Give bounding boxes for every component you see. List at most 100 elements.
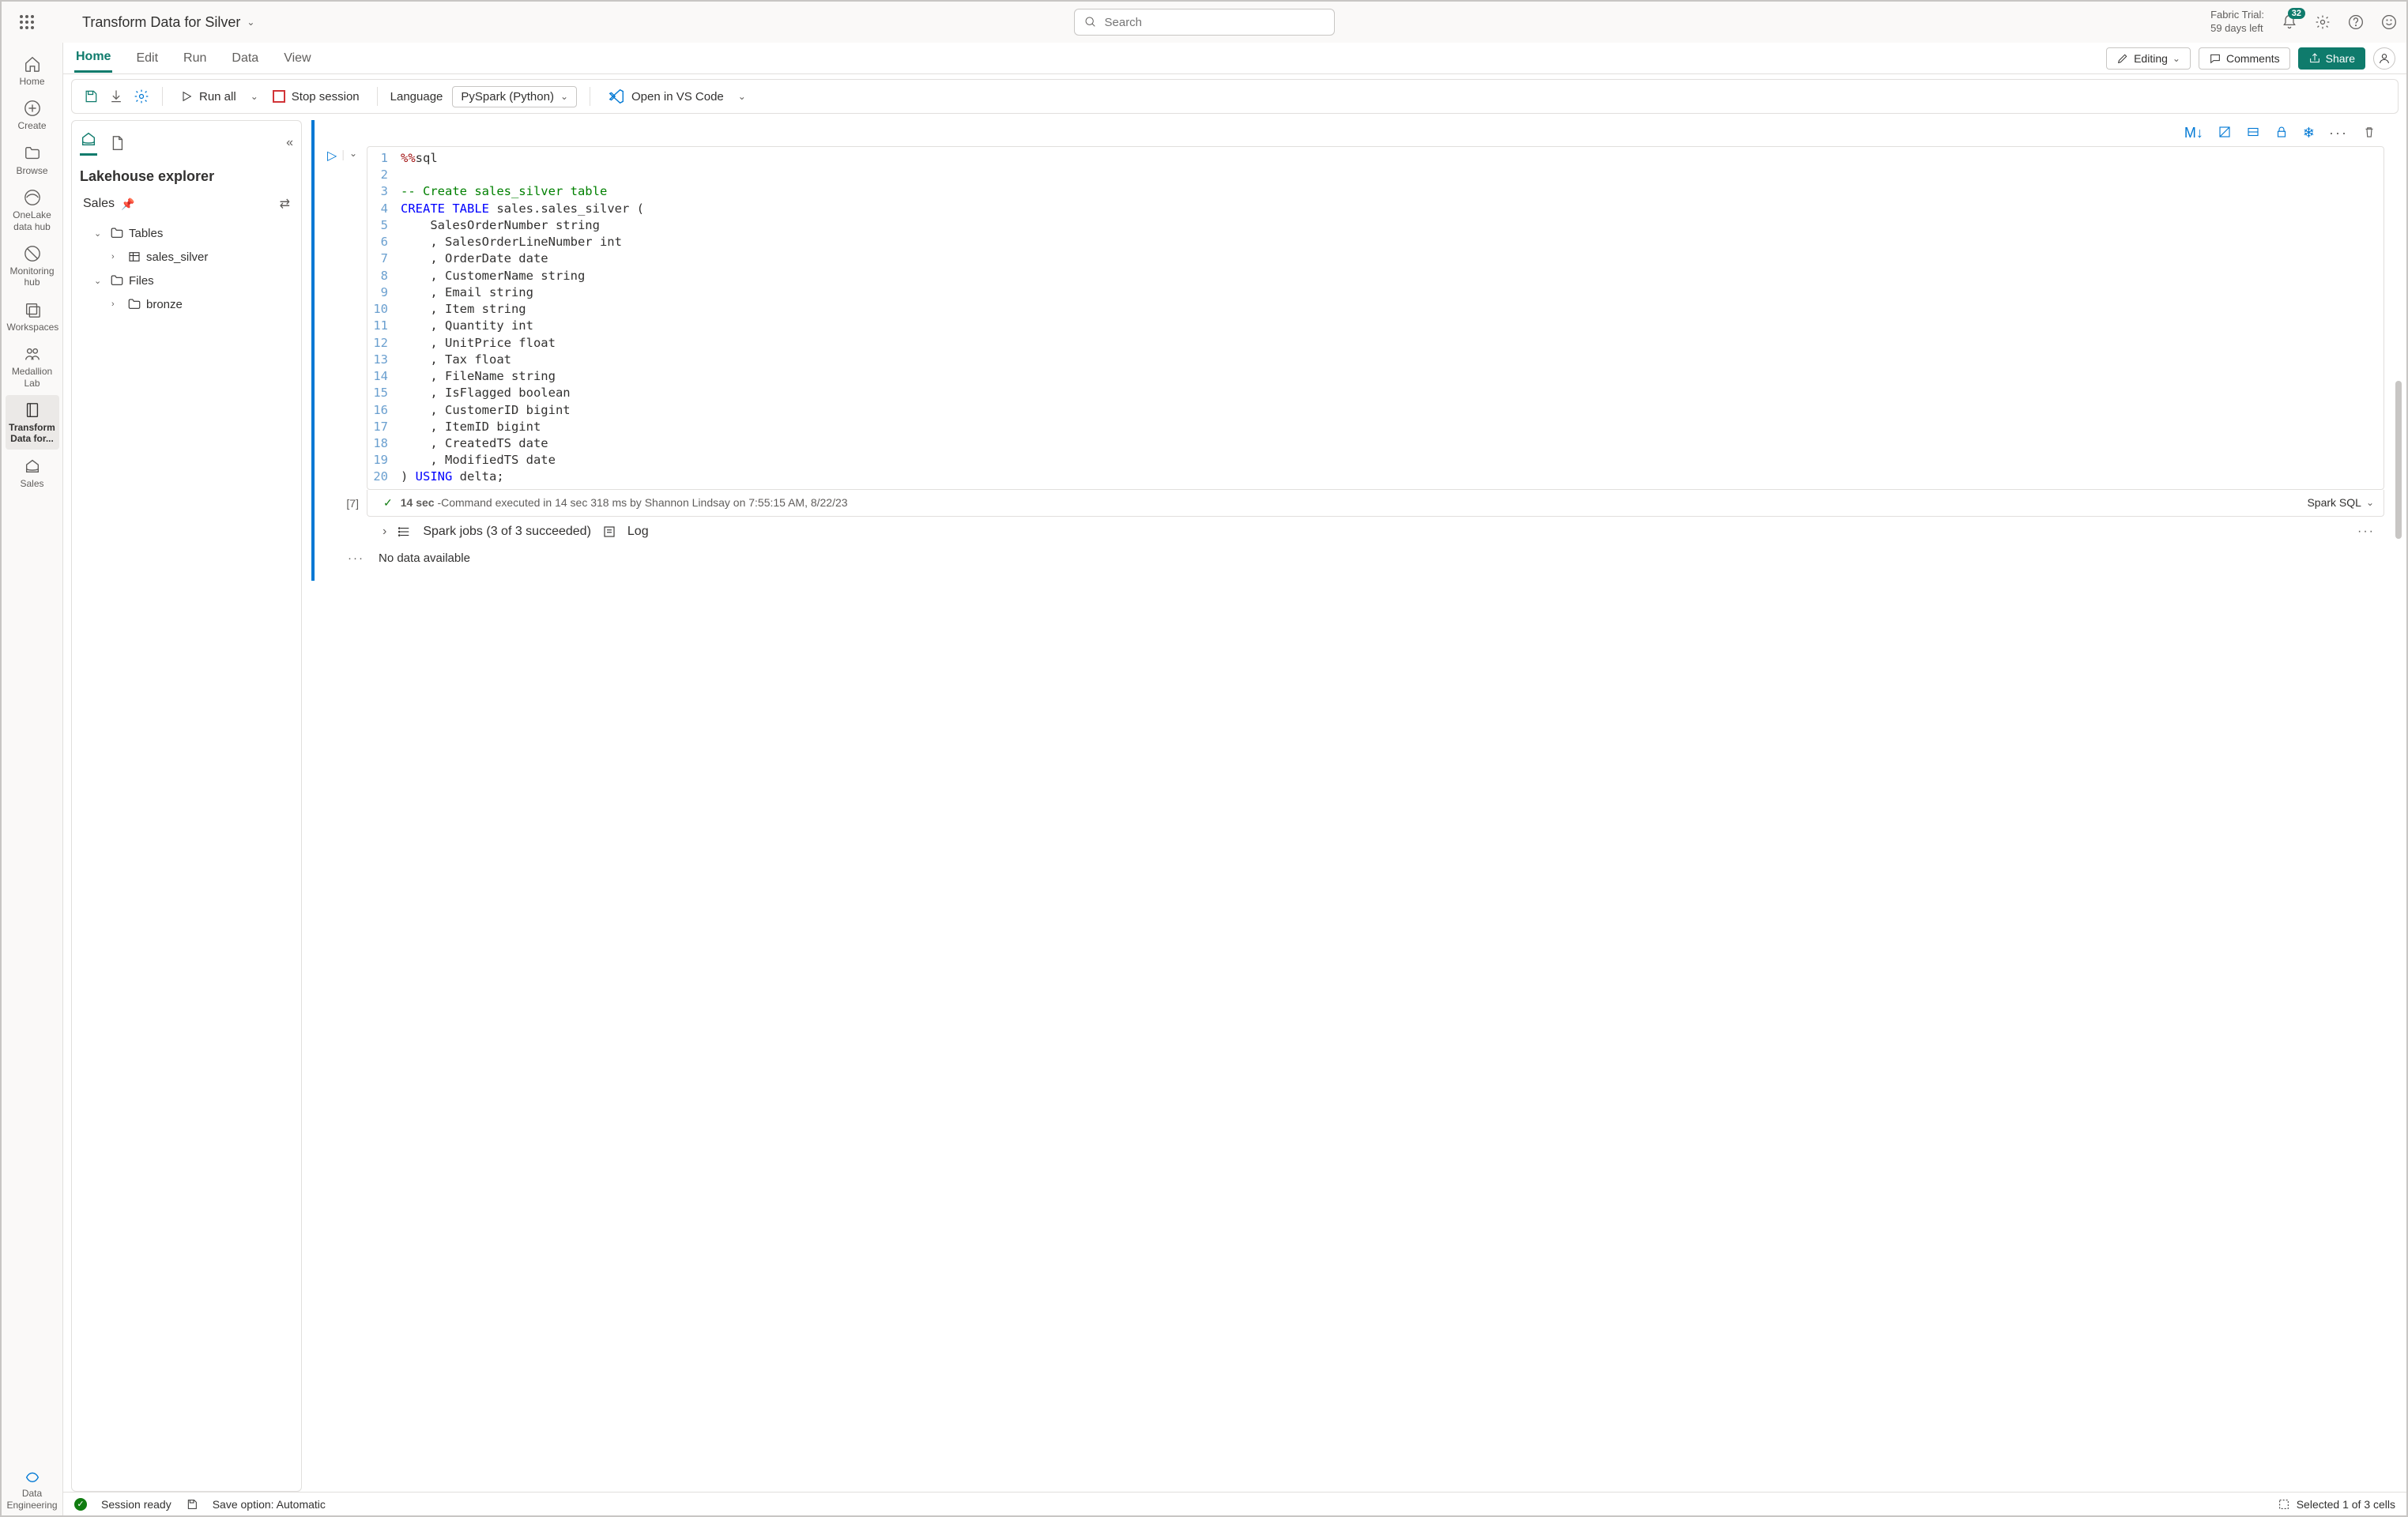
tab-edit[interactable]: Edit xyxy=(134,45,160,72)
expand-jobs-icon[interactable]: › xyxy=(382,525,386,539)
session-status-label: Session ready xyxy=(101,1498,171,1511)
toolbar: Run all ⌄ Stop session Language PySpark … xyxy=(71,79,2399,114)
pin-icon[interactable]: 📌 xyxy=(121,198,134,211)
cell-hide-icon[interactable] xyxy=(2246,125,2260,139)
notifications-button[interactable]: 32 xyxy=(2282,14,2297,30)
language-select[interactable]: PySpark (Python) ⌄ xyxy=(452,86,577,107)
nav-sales[interactable]: Sales xyxy=(6,451,59,494)
nav-medallion[interactable]: Medallion Lab xyxy=(6,339,59,393)
table-icon xyxy=(127,250,141,264)
gear-icon xyxy=(2315,14,2331,30)
search-input[interactable] xyxy=(1105,16,1325,29)
nav-monitoring[interactable]: Monitoring hub xyxy=(6,239,59,293)
status-bar: ✓ Session ready Save option: Automatic S… xyxy=(63,1492,2406,1515)
nav-persona[interactable]: Data Engineering xyxy=(6,1461,59,1515)
toolbar-settings-icon[interactable] xyxy=(134,88,149,104)
nav-onelake[interactable]: OneLake data hub xyxy=(6,183,59,237)
editing-dropdown[interactable]: Editing ⌄ xyxy=(2106,47,2191,70)
output-collapse-icon[interactable]: ··· xyxy=(348,551,364,565)
caret-down-icon: ⌄ xyxy=(94,228,105,239)
tree-folder-bronze[interactable]: › bronze xyxy=(80,292,293,316)
selection-icon xyxy=(2278,1498,2290,1511)
help-button[interactable] xyxy=(2348,14,2364,30)
cell-toolbar: M↓ ❄ ··· xyxy=(319,120,2384,146)
search-box[interactable] xyxy=(1074,9,1335,36)
tab-view[interactable]: View xyxy=(282,45,312,72)
header-bar: Transform Data for Silver ⌄ Fabric Trial… xyxy=(2,2,2406,43)
language-label: Language xyxy=(390,90,443,104)
persona-icon xyxy=(24,1467,41,1485)
caret-right-icon: › xyxy=(111,299,122,309)
comments-button[interactable]: Comments xyxy=(2199,47,2290,70)
vertical-scrollbar[interactable] xyxy=(2395,381,2402,539)
lakehouse-explorer-panel: « Lakehouse explorer Sales 📌 ⇄ ⌄ Tables xyxy=(71,120,302,1492)
lakehouse-icon xyxy=(24,457,41,475)
spark-jobs-icon xyxy=(398,525,412,539)
lakehouse-tab-icon xyxy=(80,130,97,148)
notebook-area: M↓ ❄ ··· ▷ | ⌄ xyxy=(302,120,2406,1492)
vscode-chevron-icon[interactable]: ⌄ xyxy=(738,91,746,102)
search-icon xyxy=(1084,16,1097,28)
settings-button[interactable] xyxy=(2315,14,2331,30)
nav-transform[interactable]: Transform Data for... xyxy=(6,395,59,450)
trial-info: Fabric Trial: 59 days left xyxy=(2210,9,2264,36)
nav-home[interactable]: Home xyxy=(6,49,59,92)
chevron-down-icon: ⌄ xyxy=(2172,53,2180,64)
trial-line1: Fabric Trial: xyxy=(2210,9,2264,22)
nav-rail: Home Create Browse OneLake data hub Moni… xyxy=(2,43,63,1515)
output-more-icon[interactable]: ··· xyxy=(2357,525,2375,539)
cell-convert-icon[interactable] xyxy=(2218,125,2232,139)
run-all-button[interactable]: Run all xyxy=(175,87,241,107)
save-status-label: Save option: Automatic xyxy=(213,1498,326,1511)
log-icon xyxy=(602,525,616,539)
freeze-icon[interactable]: ❄ xyxy=(2303,125,2315,141)
open-vscode-button[interactable]: Open in VS Code xyxy=(603,85,729,108)
caret-right-icon: › xyxy=(111,252,122,262)
spark-jobs-label[interactable]: Spark jobs (3 of 3 succeeded) xyxy=(423,525,591,539)
markdown-toggle-icon[interactable]: M↓ xyxy=(2184,125,2203,141)
tree-files[interactable]: ⌄ Files xyxy=(80,269,293,292)
feedback-button[interactable] xyxy=(2381,14,2397,30)
tab-run[interactable]: Run xyxy=(182,45,208,72)
lock-icon[interactable] xyxy=(2274,125,2289,139)
log-label[interactable]: Log xyxy=(627,525,649,539)
cell-language-selector[interactable]: Spark SQL ⌄ xyxy=(2307,496,2374,509)
app-launcher-button[interactable] xyxy=(11,6,43,38)
nav-workspaces[interactable]: Workspaces xyxy=(6,295,59,337)
cell-execution-count: [7] xyxy=(319,497,367,510)
code-editor[interactable]: 1%%sql23-- Create sales_silver table4CRE… xyxy=(367,146,2384,490)
stop-session-button[interactable]: Stop session xyxy=(268,87,364,107)
account-avatar[interactable] xyxy=(2373,47,2395,70)
collapse-panel-icon[interactable]: « xyxy=(286,136,293,150)
delete-icon[interactable] xyxy=(2362,125,2376,139)
lakehouse-selector[interactable]: Sales 📌 ⇄ xyxy=(80,191,293,216)
title-chevron-icon[interactable]: ⌄ xyxy=(247,17,254,28)
chevron-down-icon: ⌄ xyxy=(560,91,568,102)
tab-data[interactable]: Data xyxy=(230,45,260,72)
selection-label: Selected 1 of 3 cells xyxy=(2297,1498,2395,1511)
session-status-icon: ✓ xyxy=(74,1498,87,1511)
download-icon[interactable] xyxy=(108,88,124,104)
stop-icon xyxy=(273,90,285,103)
nav-create[interactable]: Create xyxy=(6,93,59,136)
tree-tables[interactable]: ⌄ Tables xyxy=(80,221,293,245)
home-icon xyxy=(24,55,41,73)
file-tab-icon[interactable] xyxy=(108,134,126,152)
workspaces-icon xyxy=(24,301,41,318)
notebook-cell[interactable]: M↓ ❄ ··· ▷ | ⌄ xyxy=(311,120,2384,581)
monitoring-icon xyxy=(24,245,41,262)
tab-home[interactable]: Home xyxy=(74,43,112,73)
run-cell-chevron-icon[interactable]: ⌄ xyxy=(349,148,357,159)
more-icon[interactable]: ··· xyxy=(2329,125,2348,141)
help-icon xyxy=(2348,14,2364,30)
share-button[interactable]: Share xyxy=(2298,47,2365,70)
save-icon[interactable] xyxy=(83,88,99,104)
run-all-chevron-icon[interactable]: ⌄ xyxy=(251,91,258,102)
no-data-label: No data available xyxy=(379,551,470,565)
folder-icon xyxy=(110,273,124,288)
run-cell-button[interactable]: ▷ xyxy=(327,148,337,164)
nav-browse[interactable]: Browse xyxy=(6,138,59,181)
tree-table-sales-silver[interactable]: › sales_silver xyxy=(80,245,293,269)
swap-icon[interactable]: ⇄ xyxy=(280,196,290,212)
explorer-tab-lakehouse[interactable] xyxy=(80,130,97,156)
